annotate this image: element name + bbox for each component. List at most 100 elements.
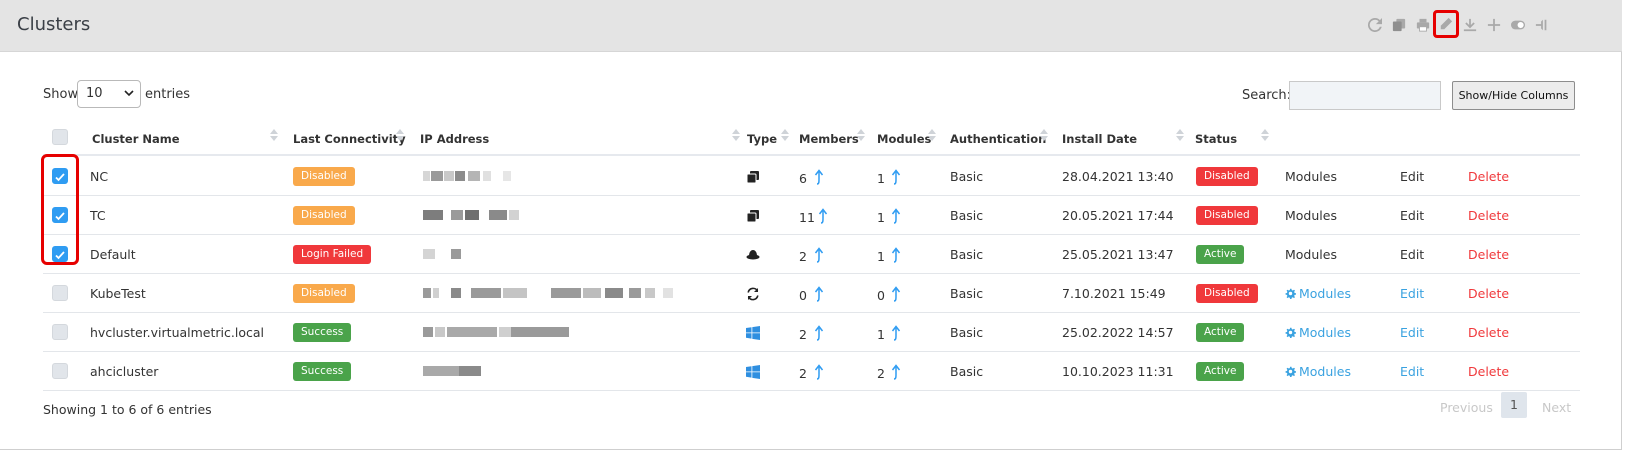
col-members[interactable]: Members	[799, 132, 859, 146]
download-icon[interactable]	[1460, 15, 1480, 35]
pagination-page-1[interactable]: 1	[1501, 392, 1527, 418]
status-badge: Active	[1196, 362, 1245, 381]
members-link-icon[interactable]	[814, 286, 824, 302]
cluster-name: NC	[90, 169, 109, 184]
status-badge: Active	[1196, 245, 1245, 264]
redhat-icon	[746, 247, 760, 261]
add-icon[interactable]	[1484, 15, 1504, 35]
delete-action[interactable]: Delete	[1468, 169, 1509, 184]
modules-action[interactable]: Modules	[1285, 169, 1337, 184]
col-modules[interactable]: Modules	[877, 132, 931, 146]
row-checkbox[interactable]	[52, 285, 68, 301]
row-checkbox[interactable]	[52, 363, 68, 379]
sort-icon[interactable]	[928, 129, 936, 145]
search-label: Search:	[1242, 88, 1292, 103]
sort-icon[interactable]	[1176, 129, 1184, 145]
connectivity-badge: Login Failed	[293, 245, 372, 264]
connectivity-badge: Success	[293, 362, 352, 381]
modules-action[interactable]: Modules	[1285, 364, 1351, 379]
members-count: 0	[799, 288, 807, 303]
col-install-date[interactable]: Install Date	[1062, 132, 1137, 146]
edit-action[interactable]: Edit	[1400, 169, 1424, 184]
modules-count: 0	[877, 288, 885, 303]
toggle-icon[interactable]	[1508, 15, 1528, 35]
col-authentication[interactable]: Authentication	[950, 132, 1046, 146]
page-size-select[interactable]: 10	[77, 80, 141, 108]
edit-action[interactable]: Edit	[1400, 286, 1424, 301]
members-link-icon[interactable]	[814, 169, 824, 185]
modules-link-icon[interactable]	[891, 169, 901, 185]
col-last-connectivity[interactable]: Last Connectivity	[293, 132, 406, 146]
pagination-next[interactable]: Next	[1542, 400, 1571, 415]
delete-action[interactable]: Delete	[1468, 247, 1509, 262]
members-link-icon[interactable]	[814, 325, 824, 341]
modules-link-icon[interactable]	[891, 208, 901, 224]
panel-header: Clusters	[0, 0, 1622, 52]
search-input[interactable]	[1289, 81, 1441, 110]
edit-action[interactable]: Edit	[1400, 364, 1424, 379]
print-icon[interactable]	[1413, 15, 1433, 35]
modules-count: 1	[877, 210, 885, 225]
modules-action[interactable]: Modules	[1285, 208, 1337, 223]
modules-link-icon[interactable]	[891, 247, 901, 263]
authentication: Basic	[950, 247, 984, 262]
col-type[interactable]: Type	[747, 132, 777, 146]
modules-action-label: Modules	[1299, 364, 1351, 379]
sort-icon[interactable]	[1040, 129, 1048, 145]
table-header: Cluster Name Last Connectivity IP Addres…	[43, 121, 1580, 156]
modules-action[interactable]: Modules	[1285, 325, 1351, 340]
modules-link-icon[interactable]	[891, 364, 901, 380]
table-row: Default Login Failed 2 1 Basic 25.05.202…	[43, 235, 1580, 274]
pin-icon[interactable]	[1532, 15, 1552, 35]
pagination-previous[interactable]: Previous	[1440, 400, 1493, 415]
connectivity-badge: Success	[293, 323, 352, 342]
copy-icon[interactable]	[1389, 15, 1409, 35]
show-hide-columns-button[interactable]: Show/Hide Columns	[1452, 81, 1575, 110]
edit-action[interactable]: Edit	[1400, 208, 1424, 223]
members-count: 2	[799, 327, 807, 342]
modules-link-icon[interactable]	[891, 286, 901, 302]
page-size-value: 10	[86, 86, 103, 101]
checkbox-highlight	[41, 154, 79, 265]
cluster-name: TC	[90, 208, 106, 223]
col-cluster-name[interactable]: Cluster Name	[92, 132, 180, 146]
delete-action[interactable]: Delete	[1468, 286, 1509, 301]
sort-icon[interactable]	[857, 129, 865, 145]
row-checkbox[interactable]	[52, 324, 68, 340]
modules-action[interactable]: Modules	[1285, 247, 1337, 262]
cluster-name: hvcluster.virtualmetric.local	[90, 325, 264, 340]
table-row: ahcicluster Success 2 2 Basic 10.10.2023…	[43, 352, 1580, 391]
clusters-panel: Clusters Show 10 entries Search: Show/Hi…	[0, 0, 1622, 450]
sort-icon[interactable]	[270, 129, 278, 145]
modules-link-icon[interactable]	[891, 325, 901, 341]
table-row: KubeTest Disabled 0 0 Basic 7.10.2021 15…	[43, 274, 1580, 313]
status-badge: Disabled	[1196, 167, 1258, 186]
modules-action-label: Modules	[1285, 169, 1337, 184]
col-status[interactable]: Status	[1195, 132, 1237, 146]
sort-icon[interactable]	[1261, 129, 1269, 145]
modules-action-label: Modules	[1299, 286, 1351, 301]
modules-action[interactable]: Modules	[1285, 286, 1351, 301]
modules-count: 1	[877, 327, 885, 342]
modules-action-label: Modules	[1285, 208, 1337, 223]
modules-count: 1	[877, 249, 885, 264]
edit-action[interactable]: Edit	[1400, 325, 1424, 340]
copy-stack-icon	[746, 169, 760, 184]
delete-action[interactable]: Delete	[1468, 364, 1509, 379]
edit-action[interactable]: Edit	[1400, 247, 1424, 262]
sort-icon[interactable]	[396, 129, 404, 145]
status-badge: Disabled	[1196, 284, 1258, 303]
sort-icon[interactable]	[732, 129, 740, 145]
edit-icon[interactable]	[1433, 10, 1459, 38]
sort-icon[interactable]	[781, 129, 789, 145]
members-link-icon[interactable]	[814, 247, 824, 263]
select-all-checkbox[interactable]	[52, 129, 68, 145]
delete-action[interactable]: Delete	[1468, 208, 1509, 223]
members-link-icon[interactable]	[818, 208, 828, 224]
table-row: NC Disabled 6 1 Basic 28.04.2021 13:40 D…	[43, 157, 1580, 196]
install-date: 25.02.2022 14:57	[1062, 325, 1174, 340]
col-ip-address[interactable]: IP Address	[420, 132, 489, 146]
delete-action[interactable]: Delete	[1468, 325, 1509, 340]
members-link-icon[interactable]	[814, 364, 824, 380]
refresh-icon[interactable]	[1365, 15, 1385, 35]
